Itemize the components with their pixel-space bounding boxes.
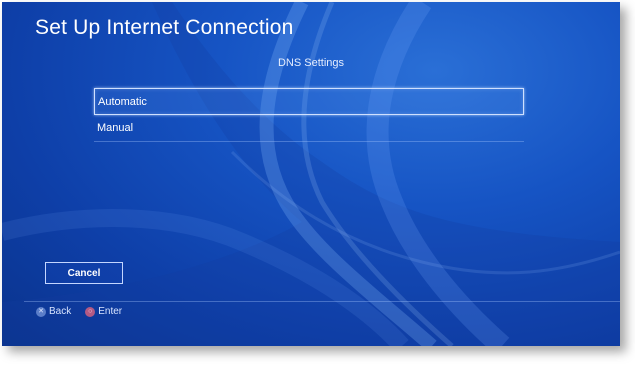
ps4-screen: Set Up Internet Connection DNS Settings …: [2, 2, 620, 346]
background-waves: [2, 2, 620, 346]
footer-hints: ✕ Back ○ Enter: [36, 306, 136, 317]
page-subtitle: DNS Settings: [277, 57, 345, 69]
option-manual[interactable]: Manual: [94, 115, 524, 142]
back-label: Back: [49, 306, 72, 317]
enter-label: Enter: [98, 306, 123, 317]
option-automatic[interactable]: Automatic: [94, 88, 524, 115]
back-hint[interactable]: ✕ Back: [36, 306, 71, 317]
cancel-button[interactable]: Cancel: [45, 262, 123, 284]
footer-divider: [24, 301, 620, 302]
screenshot-frame: Set Up Internet Connection DNS Settings …: [0, 0, 635, 369]
enter-hint[interactable]: ○ Enter: [85, 306, 122, 317]
circle-button-icon: ○: [85, 306, 96, 317]
dns-options-list: Automatic Manual: [94, 88, 524, 142]
page-title: Set Up Internet Connection: [35, 16, 294, 39]
cross-button-icon: ✕: [36, 306, 46, 317]
